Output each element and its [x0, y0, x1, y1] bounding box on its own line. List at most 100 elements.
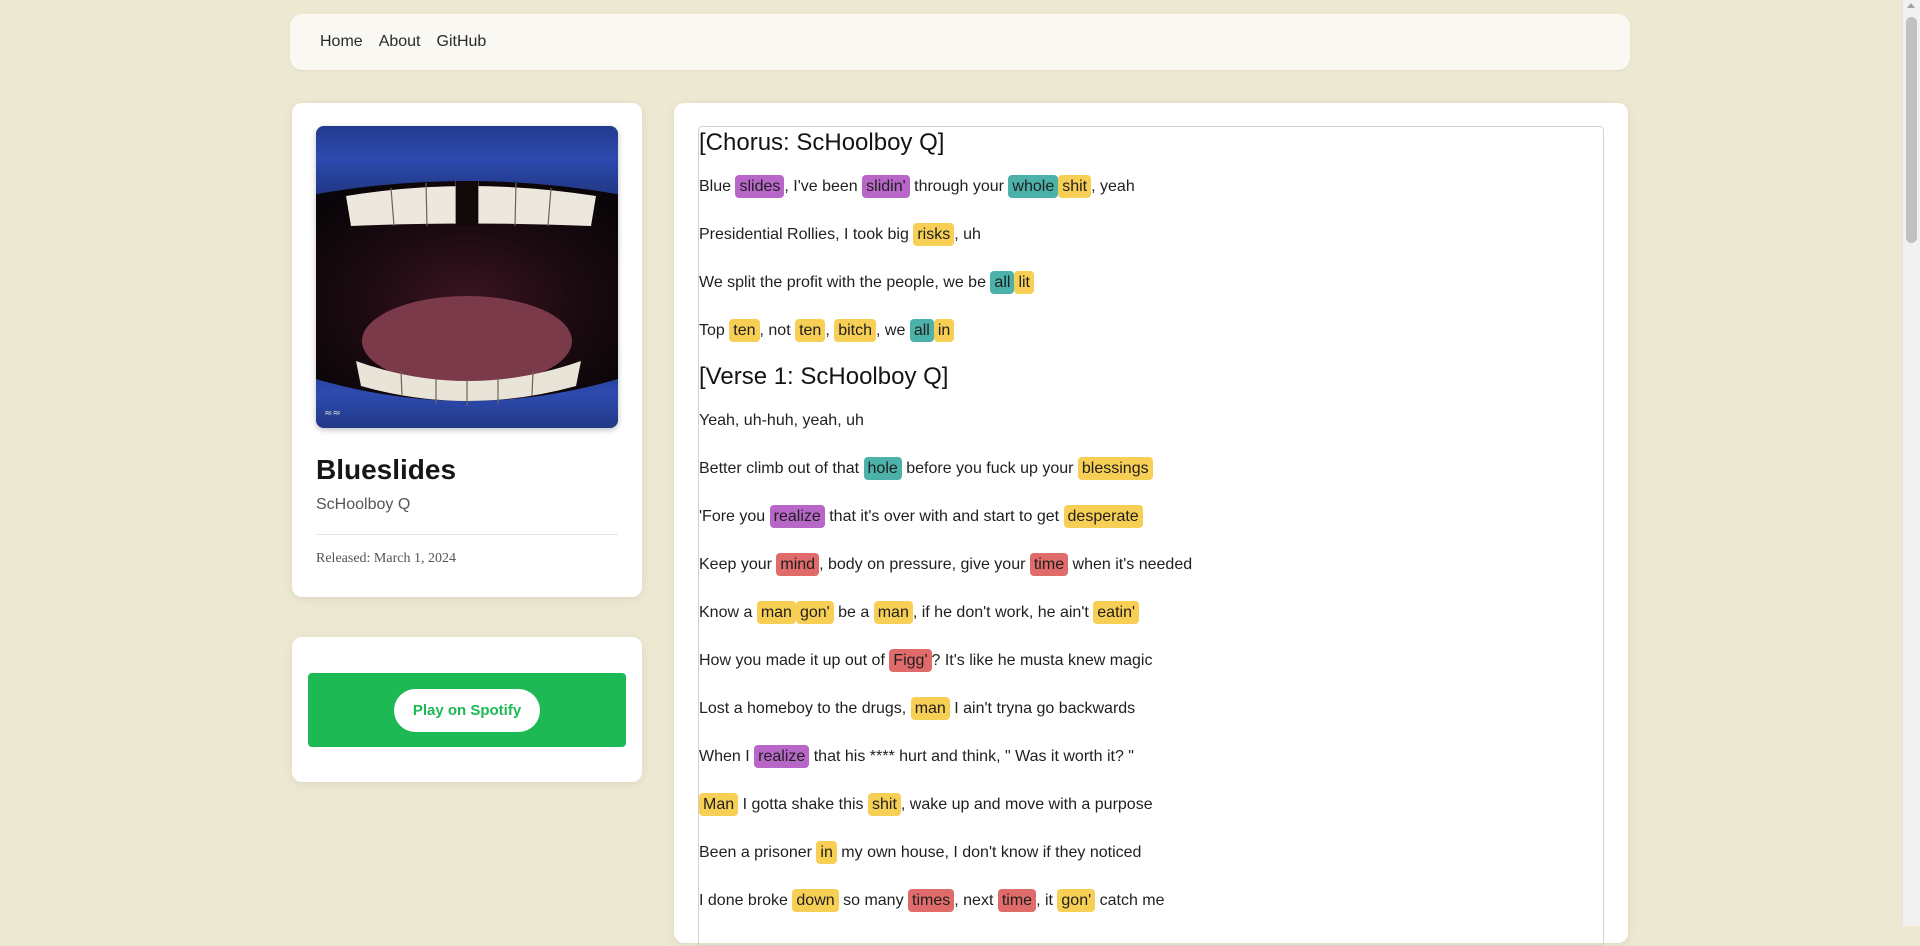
lyric-text: through your — [909, 178, 1009, 195]
lyric-text: I ain't tryna go backwards — [949, 700, 1136, 717]
lyric-text: , I've been — [784, 178, 863, 195]
lyric-text: Know a — [699, 604, 757, 621]
highlighted-word: down — [792, 889, 839, 912]
lyric-text: Yeah, uh-huh, yeah, uh — [699, 412, 864, 429]
highlighted-word: all — [990, 271, 1015, 294]
lyrics-card: [Chorus: ScHoolboy Q] Blue slides, I've b… — [674, 103, 1628, 946]
highlighted-word: slides — [735, 175, 785, 198]
highlighted-word: bitch — [834, 319, 877, 342]
lyric-text: that it's over with and start to get — [824, 508, 1064, 525]
highlighted-word: time — [997, 889, 1037, 912]
lyric-text: , body on pressure, give your — [819, 556, 1030, 573]
lyric-text: that his **** hurt and think, " Was it w… — [809, 748, 1134, 765]
lyric-text: , we — [876, 322, 910, 339]
lyric-line: Keep your mind, body on pressure, give y… — [699, 551, 1192, 579]
highlighted-word: whole — [1008, 175, 1059, 198]
highlighted-word: shit — [1058, 175, 1092, 198]
lyric-text: We split the profit with the people, we … — [699, 274, 991, 291]
lyric-text: , yeah — [1091, 178, 1135, 195]
lyrics-section-heading: [Verse 1: ScHoolboy Q] — [699, 363, 949, 390]
spotify-panel: Play on Spotify — [308, 673, 626, 747]
highlighted-word: hole — [863, 457, 902, 480]
scrollbar-thumb[interactable] — [1906, 17, 1917, 243]
lyric-text: , it — [1036, 892, 1058, 909]
page-scrollbar[interactable] — [1902, 0, 1920, 926]
lyrics-container: [Chorus: ScHoolboy Q] Blue slides, I've b… — [698, 126, 1604, 946]
highlighted-word: time — [1029, 553, 1069, 576]
lyric-text: I gotta shake this — [738, 796, 868, 813]
nav-link-home[interactable]: Home — [320, 33, 363, 51]
lyric-line: We split the profit with the people, we … — [699, 269, 1034, 297]
lyric-line: Presidential Rollies, I took big risks, … — [699, 221, 981, 249]
nav-link-about[interactable]: About — [379, 33, 421, 51]
lyric-text: Presidential Rollies, I took big — [699, 226, 914, 243]
lyric-line: Man I gotta shake this shit, wake up and… — [699, 791, 1153, 819]
spotify-card: Play on Spotify — [292, 637, 642, 782]
lyric-text: Been a prisoner — [699, 844, 817, 861]
highlighted-word: gon' — [795, 601, 834, 624]
lyric-line: When I realize that his **** hurt and th… — [699, 743, 1134, 771]
scroll-up-arrow-icon[interactable] — [1907, 3, 1915, 8]
divider — [316, 534, 618, 535]
lyric-text: so many — [838, 892, 909, 909]
lyric-line: 'Fore you realize that it's over with an… — [699, 503, 1143, 531]
highlighted-word: man — [756, 601, 796, 624]
highlighted-word: gon' — [1057, 889, 1096, 912]
lyric-text: I done broke — [699, 892, 793, 909]
lyric-text: 'Fore you — [699, 508, 770, 525]
lyric-text: be a — [833, 604, 874, 621]
album-artist: ScHoolboy Q — [316, 496, 411, 513]
highlighted-word: lit — [1014, 271, 1034, 294]
highlighted-word: realize — [754, 745, 810, 768]
lyric-text: , if he don't work, he ain't — [912, 604, 1094, 621]
release-date: Released: March 1, 2024 — [316, 551, 456, 566]
lyric-line: How you made it up out of Figg'? It's li… — [699, 647, 1152, 675]
lyric-text: Lost a homeboy to the drugs, — [699, 700, 911, 717]
nav-link-github[interactable]: GitHub — [437, 33, 487, 51]
lyric-line: Yeah, uh-huh, yeah, uh — [699, 407, 864, 435]
highlighted-word: Figg' — [889, 649, 932, 672]
lyric-text: Keep your — [699, 556, 777, 573]
lyric-line: Been a prisoner in my own house, I don't… — [699, 839, 1141, 867]
top-navbar: Home About GitHub — [290, 14, 1630, 70]
lyrics-section-heading: [Chorus: ScHoolboy Q] — [699, 129, 945, 156]
lyric-line: Know a man gon' be a man, if he don't wor… — [699, 599, 1140, 627]
lyric-line: Lost a homeboy to the drugs, man I ain't… — [699, 695, 1135, 723]
lyric-line: Top ten, not ten, bitch, we all in — [699, 317, 955, 345]
highlighted-word: shit — [867, 793, 901, 816]
lyric-text: , uh — [954, 226, 981, 243]
highlighted-word: in — [816, 841, 837, 864]
highlighted-word: in — [933, 319, 955, 342]
lyric-text: , not — [759, 322, 796, 339]
highlighted-word: man — [910, 697, 950, 720]
highlighted-word: ten — [729, 319, 760, 342]
highlighted-word: mind — [776, 553, 820, 576]
lyric-line: Blue slides, I've been slidin' through y… — [699, 173, 1135, 201]
lyric-text: , wake up and move with a purpose — [900, 796, 1153, 813]
highlighted-word: times — [908, 889, 955, 912]
album-cover-image: ≈≈ — [316, 126, 618, 428]
lyric-line: Better climb out of that hole before you… — [699, 455, 1153, 483]
highlighted-word: all — [909, 319, 934, 342]
play-on-spotify-button[interactable]: Play on Spotify — [393, 688, 541, 732]
highlighted-word: man — [873, 601, 913, 624]
lyric-text: ? It's like he musta knew magic — [931, 652, 1153, 669]
highlighted-word: Man — [699, 793, 739, 816]
lyric-text: How you made it up out of — [699, 652, 890, 669]
lyric-text: , next — [954, 892, 998, 909]
highlighted-word: blessings — [1077, 457, 1153, 480]
lyric-text: when it's needed — [1068, 556, 1193, 573]
lyric-text: When I — [699, 748, 755, 765]
lyric-text: Better climb out of that — [699, 460, 864, 477]
highlighted-word: slidin' — [862, 175, 910, 198]
lyric-text: my own house, I don't know if they notic… — [836, 844, 1142, 861]
lyric-line: I done broke down so many times, next ti… — [699, 887, 1165, 915]
lyric-text: , — [825, 322, 835, 339]
lyric-text: Top — [699, 322, 730, 339]
album-card: ≈≈ Blueslides ScHoolboy Q Released: Marc… — [292, 103, 642, 597]
svg-text:≈≈: ≈≈ — [324, 408, 341, 419]
highlighted-word: eatin' — [1093, 601, 1140, 624]
album-title: Blueslides — [316, 454, 457, 485]
highlighted-word: realize — [769, 505, 825, 528]
lyric-text: Blue — [699, 178, 736, 195]
